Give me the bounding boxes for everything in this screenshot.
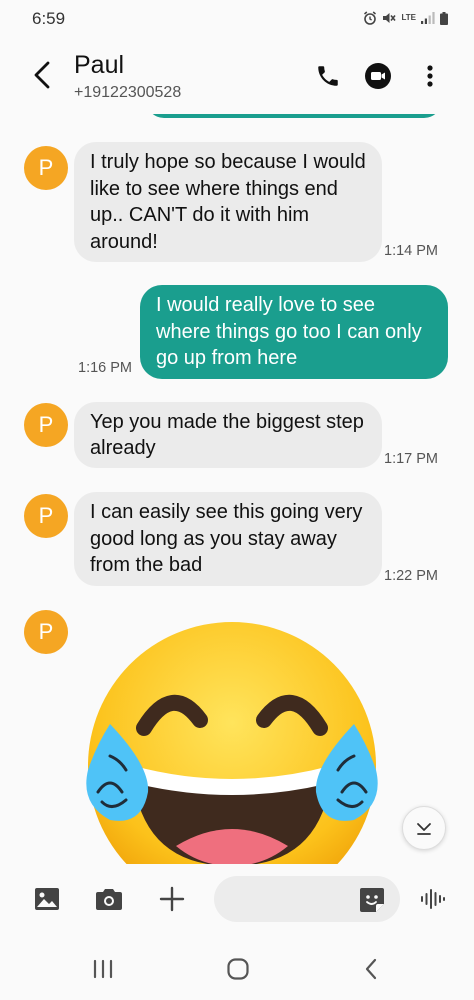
signal-icon <box>421 12 435 24</box>
scroll-down-icon <box>417 823 431 835</box>
nav-back-icon <box>365 958 377 980</box>
emoji-message[interactable] <box>80 616 380 864</box>
conversation-header: Paul +19122300528 <box>0 40 474 114</box>
back-button[interactable] <box>28 58 56 92</box>
incoming-message-bubble[interactable]: Yep you made the biggest step already <box>74 402 382 468</box>
message-time: 1:17 PM <box>384 451 438 467</box>
recent-apps-button[interactable] <box>88 954 118 984</box>
voice-icon <box>421 889 445 909</box>
status-time: 6:59 <box>32 9 66 28</box>
message-time: 1:14 PM <box>384 243 438 259</box>
recents-icon <box>93 959 113 979</box>
camera-icon <box>96 889 122 910</box>
nav-back-button[interactable] <box>356 954 386 984</box>
sticker-button[interactable] <box>358 886 386 914</box>
contact-name: Paul <box>74 51 125 79</box>
system-navigation-bar <box>0 936 474 1000</box>
compose-bar <box>0 864 474 936</box>
outgoing-message-bubble[interactable]: I would really love to see where things … <box>140 285 448 379</box>
message-time: 1:16 PM <box>78 360 132 376</box>
contact-avatar[interactable]: P <box>24 494 68 538</box>
previous-outgoing-bubble <box>146 114 442 118</box>
more-options-button[interactable] <box>414 60 446 92</box>
message-text: I would really love to see where things … <box>156 294 422 370</box>
incoming-message-bubble[interactable]: I truly hope so because I would like to … <box>74 142 382 262</box>
more-vert-icon <box>427 65 433 87</box>
video-call-icon <box>365 63 391 89</box>
message-text: I truly hope so because I would like to … <box>90 151 366 253</box>
message-text: Yep you made the biggest step already <box>90 410 364 460</box>
contact-avatar[interactable]: P <box>24 146 68 190</box>
message-time: 1:22 PM <box>384 568 438 584</box>
status-icons: LTE <box>363 11 448 25</box>
camera-button[interactable] <box>92 882 126 916</box>
home-icon <box>227 958 249 980</box>
status-bar: 6:59 LTE <box>0 0 474 40</box>
sticker-icon <box>360 888 384 912</box>
contact-avatar[interactable]: P <box>24 403 68 447</box>
attach-button[interactable] <box>155 882 189 916</box>
network-label: LTE <box>401 13 416 22</box>
tears-of-joy-emoji-icon <box>86 622 378 864</box>
gallery-button[interactable] <box>30 882 64 916</box>
plus-icon <box>159 886 185 912</box>
gallery-icon <box>35 888 59 910</box>
battery-icon <box>440 11 448 25</box>
contact-avatar[interactable]: P <box>24 610 68 654</box>
message-text: I can easily see this going very good lo… <box>90 501 363 577</box>
call-button[interactable] <box>312 60 344 92</box>
back-arrow-icon <box>34 61 50 89</box>
alarm-icon <box>364 11 377 25</box>
mute-icon <box>383 13 397 23</box>
message-list[interactable]: P I truly hope so because I would like t… <box>0 114 474 864</box>
phone-icon <box>318 66 338 86</box>
scroll-to-bottom-button[interactable] <box>402 806 446 850</box>
incoming-message-bubble[interactable]: I can easily see this going very good lo… <box>74 492 382 586</box>
home-button[interactable] <box>223 954 253 984</box>
contact-number: +19122300528 <box>74 84 182 101</box>
voice-input-button[interactable] <box>416 882 450 916</box>
video-call-button[interactable] <box>362 60 394 92</box>
